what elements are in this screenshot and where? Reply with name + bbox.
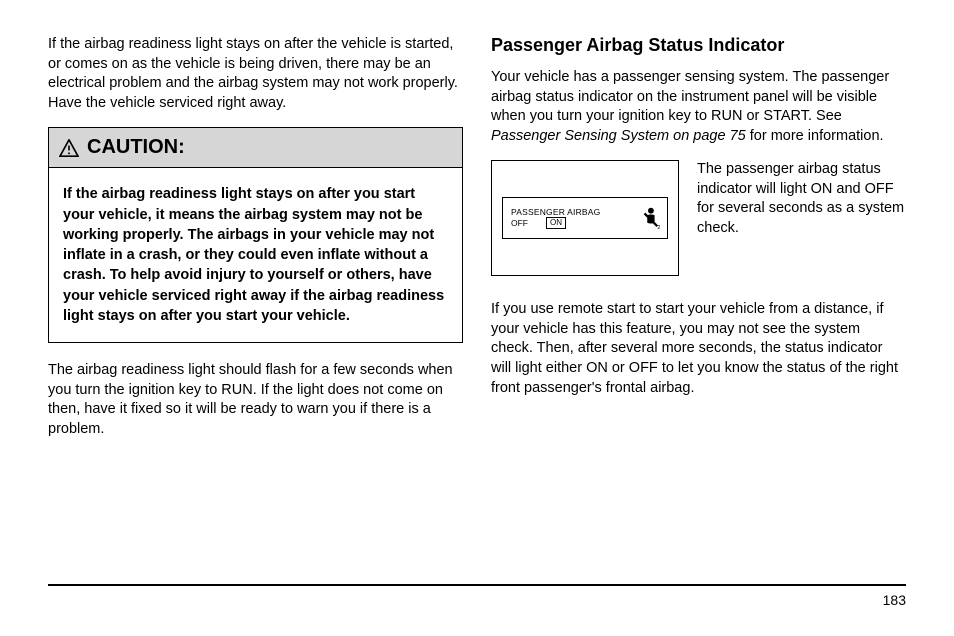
readiness-paragraph: The airbag readiness light should flash … [48,361,463,439]
status-intro-text-b: for more information. [746,128,884,144]
warning-triangle-icon [59,139,79,157]
indicator-panel: PASSENGER AIRBAG OFF ON 2 [502,197,668,239]
status-intro-paragraph: Your vehicle has a passenger sensing sys… [491,68,906,146]
seatbelt-person-icon: 2 [639,206,661,230]
indicator-row: PASSENGER AIRBAG OFF ON 2 [491,160,906,276]
page-number: 183 [883,592,906,608]
page-footer: 183 [48,584,906,608]
panel-on-label: ON [546,217,566,229]
left-column: If the airbag readiness light stays on a… [48,35,463,575]
caution-header: CAUTION: [49,128,462,168]
cross-reference: Passenger Sensing System on page 75 [491,128,746,144]
right-column: Passenger Airbag Status Indicator Your v… [491,35,906,575]
svg-text:2: 2 [657,225,660,230]
page-content: If the airbag readiness light stays on a… [48,35,906,575]
remote-start-paragraph: If you use remote start to start your ve… [491,300,906,398]
status-intro-text-a: Your vehicle has a passenger sensing sys… [491,69,889,124]
indicator-description: The passenger airbag status indicator wi… [697,160,906,238]
caution-label: CAUTION: [87,136,185,159]
indicator-figure: PASSENGER AIRBAG OFF ON 2 [491,160,679,276]
intro-paragraph: If the airbag readiness light stays on a… [48,35,463,113]
section-heading: Passenger Airbag Status Indicator [491,35,906,56]
panel-off-label: OFF [511,218,528,228]
caution-box: CAUTION: If the airbag readiness light s… [48,127,463,343]
caution-body-text: If the airbag readiness light stays on a… [49,168,462,342]
